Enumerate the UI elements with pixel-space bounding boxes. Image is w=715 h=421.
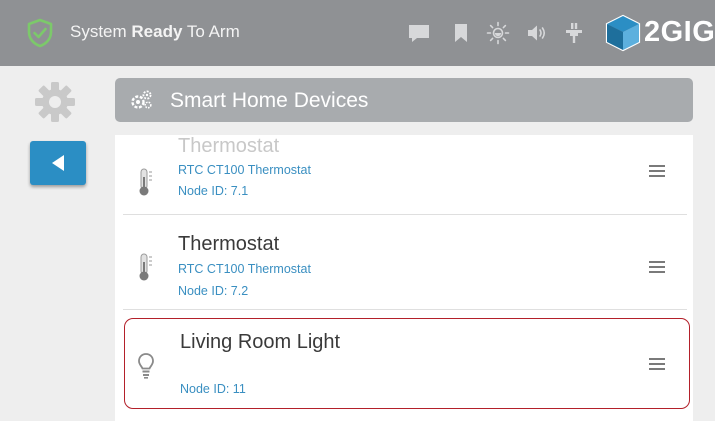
- device-row-thermostat-7-1[interactable]: Thermostat RTC CT100 Thermostat Node ID:…: [123, 135, 687, 215]
- thermometer-icon: [139, 168, 152, 196]
- hamburger-menu-icon[interactable]: [649, 165, 665, 177]
- bookmark-icon[interactable]: [449, 21, 473, 45]
- status-ready: Ready: [131, 22, 183, 41]
- cube-logo-icon: [605, 14, 641, 52]
- device-node-id: Node ID: 7.1: [178, 184, 249, 198]
- thermometer-icon: [139, 253, 152, 281]
- message-icon[interactable]: [407, 21, 431, 45]
- device-row-living-room-light[interactable]: Living Room Light Node ID: 11: [124, 318, 690, 409]
- hamburger-menu-icon[interactable]: [649, 358, 665, 370]
- device-name: Thermostat: [178, 233, 280, 255]
- back-arrow-icon: [52, 155, 64, 171]
- top-status-bar: System Ready To Arm 2GIG: [0, 0, 715, 66]
- power-plug-icon[interactable]: [562, 21, 586, 45]
- shield-check-icon[interactable]: [24, 17, 56, 49]
- device-name: Living Room Light: [180, 331, 341, 353]
- gear-icon[interactable]: [33, 80, 77, 124]
- back-button[interactable]: [30, 141, 86, 185]
- device-model: RTC CT100 Thermostat: [178, 262, 311, 276]
- device-name: Thermostat: [178, 135, 280, 157]
- status-prefix: System: [70, 22, 132, 41]
- device-model: RTC CT100 Thermostat: [178, 163, 311, 177]
- smart-home-devices-icon: [131, 90, 152, 109]
- system-status-text[interactable]: System Ready To Arm: [70, 22, 240, 42]
- volume-icon[interactable]: [525, 21, 549, 45]
- brand-name: 2GIG: [644, 16, 715, 48]
- page-title: Smart Home Devices: [170, 89, 369, 112]
- lightbulb-icon: [138, 353, 154, 379]
- brightness-icon[interactable]: [486, 21, 510, 45]
- status-suffix: To Arm: [182, 22, 240, 41]
- device-row-thermostat-7-2[interactable]: Thermostat RTC CT100 Thermostat Node ID:…: [123, 215, 687, 310]
- section-header: Smart Home Devices: [115, 78, 693, 122]
- device-node-id: Node ID: 7.2: [178, 284, 249, 298]
- device-node-id: Node ID: 11: [180, 382, 246, 396]
- device-list[interactable]: Thermostat RTC CT100 Thermostat Node ID:…: [115, 135, 693, 421]
- hamburger-menu-icon[interactable]: [649, 261, 665, 273]
